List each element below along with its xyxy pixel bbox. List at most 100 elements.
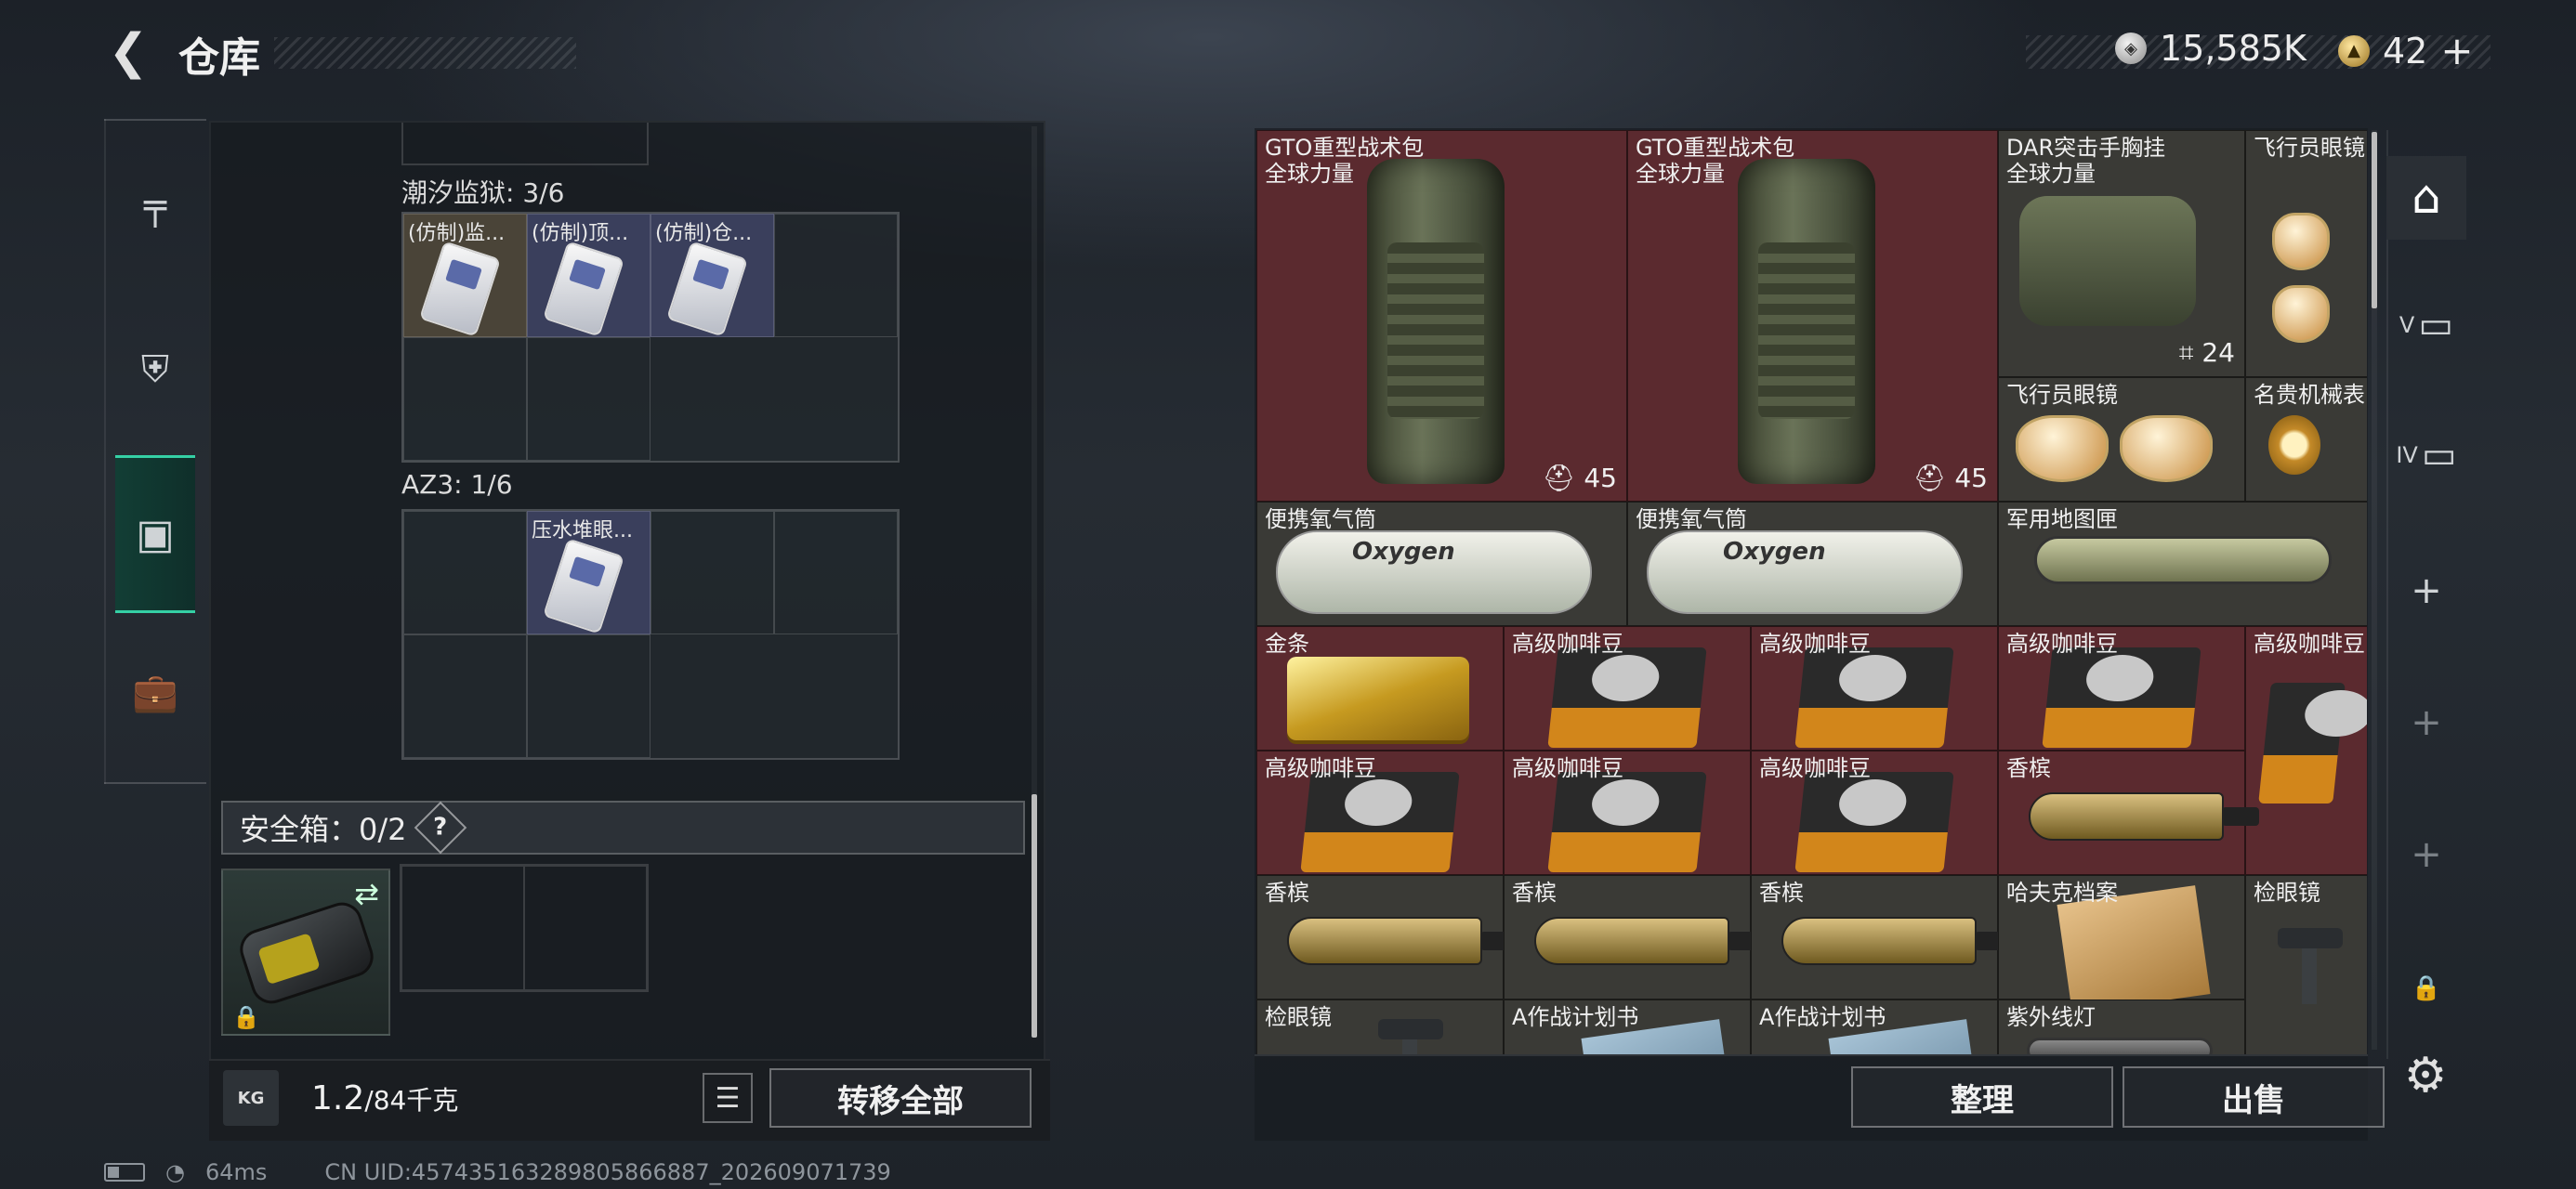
- weight-icon: KG: [223, 1070, 279, 1126]
- add-currency-button[interactable]: +: [2440, 28, 2473, 73]
- plus-icon: +: [2411, 569, 2442, 612]
- briefcase-icon: 💼: [132, 671, 178, 714]
- gold-currency-value: 42: [2383, 30, 2428, 72]
- category-briefcase[interactable]: 💼: [104, 646, 206, 738]
- safe-help-button[interactable]: ?: [414, 801, 467, 855]
- locked-page: 🔒: [2386, 951, 2466, 1026]
- gear-icon: ⚙: [2403, 1048, 2448, 1104]
- battery-icon: [104, 1163, 145, 1182]
- inventory-item[interactable]: A作战计划书: [1751, 1000, 1998, 1054]
- add-storage-page-button[interactable]: +: [2386, 686, 2466, 760]
- inventory-item[interactable]: 香槟: [1504, 875, 1765, 1000]
- previous-grid-remnant: [401, 123, 649, 165]
- grid-slot-empty[interactable]: [527, 337, 651, 461]
- inventory-item[interactable]: Oxygen 便携氧气筒: [1256, 502, 1627, 626]
- inventory-item[interactable]: DAR突击手胸挂 全球力量 ⌗ 24: [1998, 130, 2245, 377]
- safe-box-image: [234, 896, 379, 1010]
- inventory-item[interactable]: GTO重型战术包 全球力量 ⛑ 45: [1256, 130, 1627, 502]
- inventory-item[interactable]: A作战计划书: [1504, 1000, 1751, 1054]
- backpack-image: [1367, 159, 1505, 484]
- grid-item[interactable]: 压水堆眼...: [527, 511, 651, 634]
- rail-top-line: [104, 119, 206, 121]
- inventory-item[interactable]: 军用地图匣: [1998, 502, 2367, 626]
- category-weapon[interactable]: ╤: [104, 160, 206, 253]
- add-storage-page-button[interactable]: +: [2386, 554, 2466, 628]
- category-backpack[interactable]: ▣: [115, 455, 195, 613]
- organize-button[interactable]: 整理: [1851, 1066, 2113, 1128]
- keycard-image: [542, 538, 625, 634]
- grid-slot-empty[interactable]: [774, 511, 898, 634]
- inventory-item[interactable]: 高级咖啡豆: [1256, 751, 1504, 875]
- oxygen-tank-image: Oxygen: [1276, 530, 1592, 614]
- inventory-item[interactable]: 香槟: [1998, 751, 2259, 875]
- gold-currency[interactable]: ▲ 42 +: [2338, 28, 2474, 73]
- sell-button[interactable]: 出售: [2123, 1066, 2385, 1128]
- oxygen-tank-image: Oxygen: [1647, 530, 1963, 614]
- grid-item[interactable]: (仿制)监...: [403, 214, 527, 337]
- inventory-item[interactable]: 飞行员眼镜: [1998, 377, 2245, 502]
- lock-icon: 🔒: [2411, 974, 2442, 1002]
- inventory-item[interactable]: 名贵机械表: [2245, 377, 2367, 502]
- inventory-item[interactable]: GTO重型战术包 全球力量 ⛑ 45: [1627, 130, 1998, 502]
- chevron-left-icon: ❮: [108, 24, 149, 80]
- wifi-icon: ◔: [165, 1159, 185, 1185]
- inventory-item[interactable]: 紫外线灯: [1998, 1000, 2245, 1054]
- storage-divider: [1255, 1054, 2368, 1056]
- back-button[interactable]: ❮: [102, 24, 154, 80]
- grid-slot-empty[interactable]: [527, 634, 651, 758]
- inventory-item[interactable]: 高级咖啡豆: [1998, 626, 2245, 751]
- inventory-item[interactable]: Oxygen 便携氧气筒: [1627, 502, 1998, 626]
- inventory-item[interactable]: 高级咖啡豆: [1751, 751, 1998, 875]
- grid-item[interactable]: (仿制)顶...: [527, 214, 651, 337]
- grid-slot-empty[interactable]: [774, 214, 898, 337]
- safe-box-slot[interactable]: ⇄ 🔒: [221, 869, 390, 1036]
- storage-grid: GTO重型战术包 全球力量 ⛑ 45 GTO重型战术包 全球力量 ⛑ 45 DAR突…: [1256, 130, 2367, 1054]
- header-decoration: [274, 37, 576, 69]
- list-view-button[interactable]: ☰: [703, 1073, 753, 1123]
- coffee-beans-image: [1300, 772, 1460, 872]
- grid-slot-empty[interactable]: [403, 511, 527, 634]
- coffee-beans-image: [2258, 683, 2346, 804]
- loadout-scrollbar-thumb[interactable]: [1032, 794, 1037, 1038]
- armor-icon: ⛨: [141, 348, 169, 391]
- storage-page-4[interactable]: IV ▭: [2386, 418, 2466, 492]
- inventory-item[interactable]: 检眼镜: [2245, 875, 2367, 1054]
- inventory-item[interactable]: 高级咖啡豆: [1504, 626, 1751, 751]
- plus-icon: +: [2411, 833, 2442, 876]
- safe-slot-empty[interactable]: [401, 866, 524, 990]
- storage-page-main[interactable]: ⌂: [2386, 160, 2466, 234]
- container-grid-prison: (仿制)监... (仿制)顶... (仿制)仓...: [401, 212, 900, 463]
- chest-rig-image: [2019, 196, 2196, 326]
- uv-lamp-image: [2027, 1038, 2213, 1054]
- swap-icon[interactable]: ⇄: [354, 876, 379, 911]
- inventory-item[interactable]: 高级咖啡豆: [2245, 626, 2367, 875]
- inventory-item[interactable]: 金条: [1256, 626, 1504, 751]
- transfer-all-button[interactable]: 转移全部: [769, 1068, 1032, 1128]
- inventory-item[interactable]: 高级咖啡豆: [1751, 626, 1998, 751]
- inventory-item[interactable]: 飞行员眼镜: [2245, 130, 2367, 377]
- weight-value: 1.2/84千克: [311, 1079, 459, 1117]
- champagne-image: [1781, 917, 2012, 965]
- inventory-item[interactable]: 高级咖啡豆: [1504, 751, 1751, 875]
- coffee-beans-image: [1547, 647, 1707, 748]
- add-storage-page-button[interactable]: +: [2386, 817, 2466, 892]
- storage-scrollbar-thumb[interactable]: [2372, 132, 2377, 308]
- category-armor[interactable]: ⛨: [104, 323, 206, 416]
- weapon-icon: ╤: [143, 185, 167, 228]
- inventory-item[interactable]: 检眼镜: [1256, 1000, 1504, 1054]
- silver-currency: ◈ 15,585K: [2115, 28, 2307, 69]
- grid-slot-empty[interactable]: [651, 511, 774, 634]
- grid-slot-empty[interactable]: [403, 337, 527, 461]
- settings-button[interactable]: ⚙: [2398, 1048, 2453, 1104]
- container-grid-az3: 压水堆眼...: [401, 509, 900, 760]
- capacity-icon: ⛑: [1542, 463, 1576, 493]
- grid-slot-empty[interactable]: [403, 634, 527, 758]
- storage-page-5[interactable]: V ▭: [2386, 288, 2466, 362]
- safe-slot-empty[interactable]: [524, 866, 647, 990]
- inventory-item[interactable]: 哈夫克档案: [1998, 875, 2245, 1013]
- grid-item[interactable]: (仿制)仓...: [651, 214, 774, 337]
- inventory-item[interactable]: 香槟: [1751, 875, 2012, 1000]
- safe-box-label: 安全箱：0/2: [240, 812, 407, 847]
- watch-image: [2268, 415, 2320, 475]
- inventory-item[interactable]: 香槟: [1256, 875, 1518, 1000]
